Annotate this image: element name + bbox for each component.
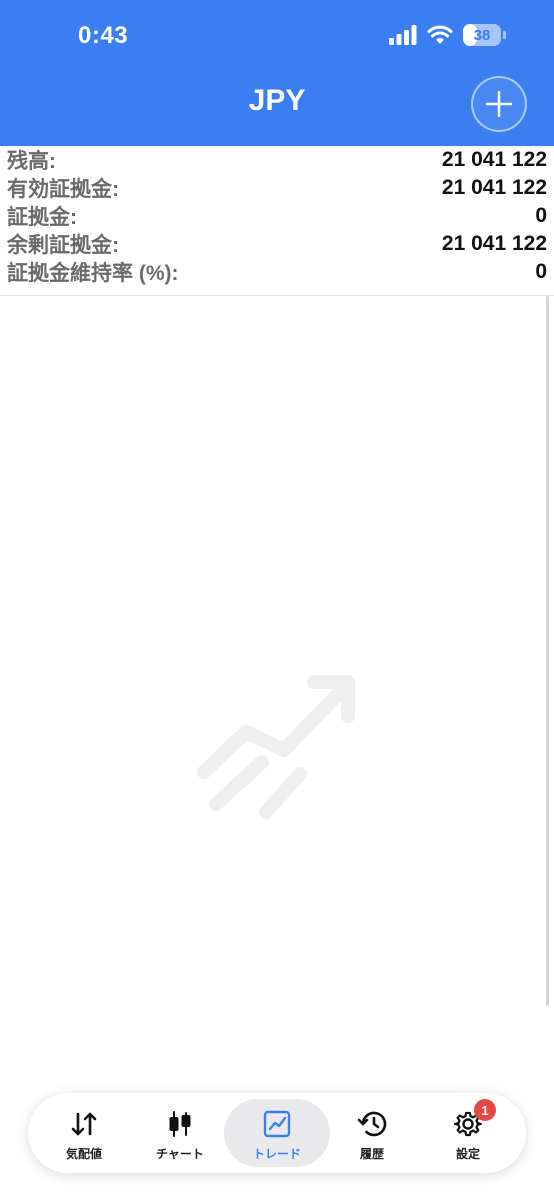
tab-quotes-label: 気配値 bbox=[65, 1147, 102, 1161]
trend-up-icon bbox=[197, 675, 355, 819]
tab-history[interactable]: 履歴 bbox=[326, 1099, 418, 1167]
tab-chart[interactable]: チャート bbox=[134, 1099, 226, 1167]
balance-value: 21 041 122 bbox=[441, 148, 547, 171]
margin-label: 証拠金: bbox=[7, 206, 77, 229]
trade-chart-icon bbox=[263, 1110, 291, 1138]
margin-level-label: 証拠金維持率 (%): bbox=[7, 262, 179, 285]
tab-trade-label: トレード bbox=[252, 1147, 301, 1161]
app-header: 0:43 38 JPY bbox=[0, 0, 554, 146]
bottom-tab-bar: 気配値 チャート トレード 履歴 設定 1 bbox=[28, 1093, 526, 1173]
account-summary: 残高: 21 041 122 有効証拠金: 21 041 122 証拠金: 0 … bbox=[0, 146, 554, 286]
battery-percent: 38 bbox=[473, 26, 491, 44]
notification-badge: 1 bbox=[474, 1099, 496, 1121]
free-margin-row: 余剰証拠金: 21 041 122 bbox=[0, 230, 554, 258]
tab-history-label: 履歴 bbox=[359, 1147, 384, 1161]
balance-label: 残高: bbox=[7, 150, 56, 173]
divider bbox=[0, 295, 554, 296]
free-margin-value: 21 041 122 bbox=[441, 232, 547, 255]
margin-level-row: 証拠金維持率 (%): 0 bbox=[0, 258, 554, 286]
add-order-button[interactable] bbox=[471, 76, 527, 132]
tab-settings[interactable]: 設定 1 bbox=[422, 1099, 514, 1167]
tab-trade[interactable]: トレード bbox=[224, 1099, 330, 1167]
plus-icon bbox=[485, 90, 513, 118]
scrollbar[interactable] bbox=[546, 296, 549, 1006]
tab-settings-label: 設定 bbox=[455, 1147, 480, 1161]
tab-quotes[interactable]: 気配値 bbox=[38, 1099, 130, 1167]
status-time: 0:43 bbox=[78, 22, 129, 49]
wifi-icon bbox=[427, 25, 453, 44]
balance-row: 残高: 21 041 122 bbox=[0, 146, 554, 174]
candlestick-icon bbox=[169, 1111, 191, 1137]
history-icon bbox=[357, 1111, 387, 1137]
battery-indicator: 38 bbox=[463, 24, 501, 46]
status-icons: 38 bbox=[389, 24, 506, 46]
equity-row: 有効証拠金: 21 041 122 bbox=[0, 174, 554, 202]
equity-value: 21 041 122 bbox=[441, 176, 547, 199]
margin-level-value: 0 bbox=[535, 260, 547, 283]
margin-row: 証拠金: 0 bbox=[0, 202, 554, 230]
battery-cap bbox=[503, 31, 506, 39]
signal-icon bbox=[389, 25, 417, 45]
free-margin-label: 余剰証拠金: bbox=[7, 234, 119, 257]
tab-chart-label: チャート bbox=[156, 1147, 204, 1161]
margin-value: 0 bbox=[535, 204, 547, 227]
equity-label: 有効証拠金: bbox=[7, 178, 119, 201]
quotes-icon bbox=[71, 1112, 97, 1136]
